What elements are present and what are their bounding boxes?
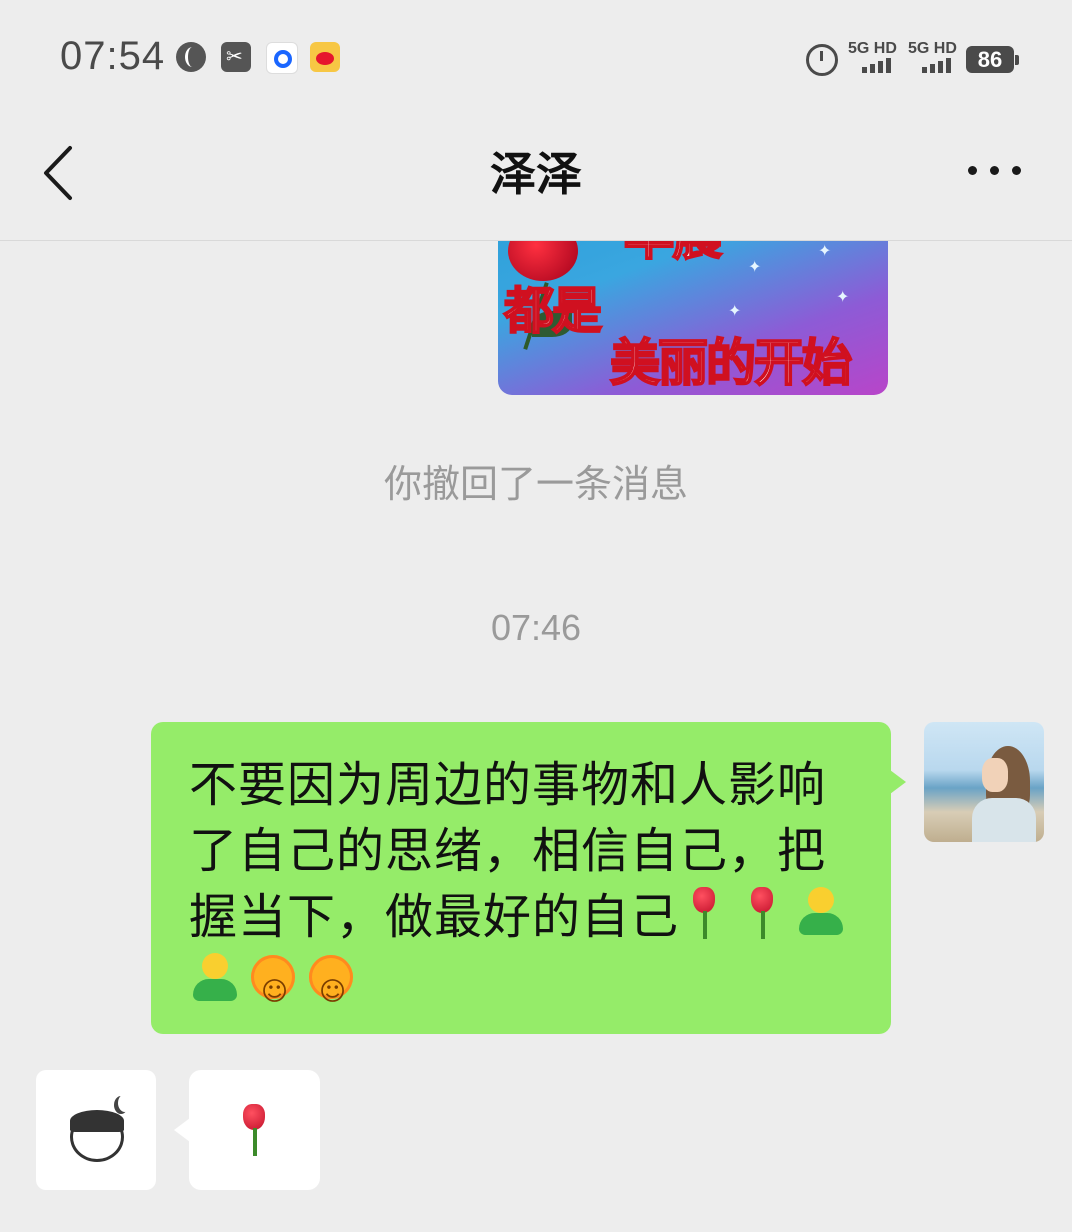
incoming-message-bubble[interactable] [174,1070,320,1190]
outgoing-message-content: 不要因为周边的事物和人影响了自己的思绪，相信自己，把握当下，做最好的自己 [189,752,853,1025]
more-dot [1012,166,1021,175]
globe-icon [176,42,206,72]
chat-title: 泽泽 [490,147,582,201]
network-label-1: 5G HD [848,40,897,57]
sparkle-icon: ✦ [836,287,850,306]
sticker-text-line-1: 早晨 [623,241,723,269]
rose-emoji-icon [737,885,789,941]
person-emoji-icon [795,885,847,941]
battery-indicator: 86 [966,46,1019,73]
sparkle-icon: ✦ [748,257,762,276]
avatar-body [972,798,1036,842]
signal-icon-2 [922,58,951,73]
avatar-face [982,758,1008,792]
rose-emoji-icon [679,885,731,941]
message-list[interactable]: ✦ ✦ ✦ ✦ 早晨 都是 美丽的开始 你撤回了一条消息 07:46 不要因为周… [0,241,1072,1232]
message-timestamp: 07:46 [490,607,582,648]
signal-icon-1 [862,58,891,73]
sun-emoji-icon [305,951,357,1025]
scissor-app-icon [221,42,251,72]
contact-avatar[interactable] [36,1070,156,1190]
chat-header: 泽泽 [0,118,1072,241]
sticker-text-line-2: 都是 [503,281,603,341]
sticker-text-line-3: 美丽的开始 [609,333,853,393]
sparkle-icon: ✦ [818,241,832,260]
rose-emoji-icon [229,1102,281,1158]
more-dot [990,166,999,175]
sparkle-icon: ✦ [728,301,742,320]
avatar-hair [70,1110,124,1132]
outgoing-message-bubble[interactable]: 不要因为周边的事物和人影响了自己的思绪，相信自己，把握当下，做最好的自己 [151,722,906,1034]
person-emoji-icon [189,951,241,1007]
sun-emoji-icon [247,951,299,1025]
q-app-icon [266,42,298,74]
sticker-image-message[interactable]: ✦ ✦ ✦ ✦ 早晨 都是 美丽的开始 [498,241,888,395]
weibo-icon [310,42,340,72]
recall-notice: 你撤回了一条消息 [383,462,688,506]
moon-icon [118,1094,132,1112]
more-button[interactable] [964,160,1028,180]
network-label-2: 5G HD [908,40,957,57]
my-avatar[interactable] [924,722,1044,842]
status-time: 07:54 [60,34,166,78]
alarm-icon [806,44,838,76]
status-bar: 07:54 5G HD 5G HD 86 [0,0,1072,118]
more-dots-icon [968,166,977,175]
